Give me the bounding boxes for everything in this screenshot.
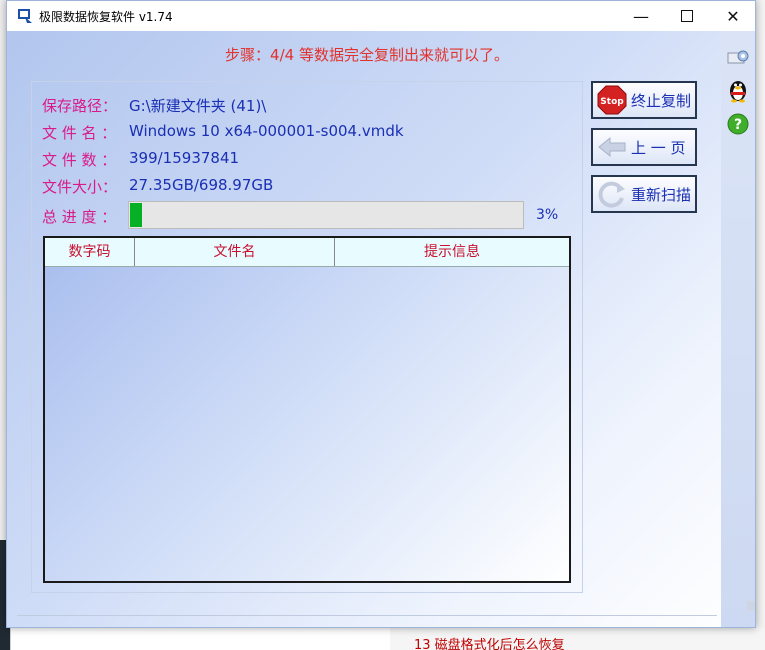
right-toolbar: ? [721,31,755,627]
qq-penguin-icon[interactable] [725,77,751,103]
status-bar [17,615,717,626]
progress-bar [128,201,524,229]
title-bar[interactable]: 极限数据恢复软件 v1.74 — ✕ [7,1,755,31]
previous-page-button[interactable]: 上 一 页 [591,128,697,166]
window-title: 极限数据恢复软件 v1.74 [39,10,173,24]
file-name-label: 文 件 名 ： [42,124,117,142]
background-list-text: 13 磁盘格式化后怎么恢复 [414,638,565,650]
save-path-label: 保存路径： [42,97,118,115]
resize-grip[interactable] [747,601,755,611]
copy-list-table[interactable]: 数字码 文件名 提示信息 [43,236,571,583]
file-count-label: 文 件 数 ： [42,151,117,169]
app-window: 极限数据恢复软件 v1.74 — ✕ 步骤：4/4 等数据完全复制出来就可以了。… [6,0,756,628]
settings-gear-icon[interactable] [725,45,751,71]
stop-icon-text: Stop [600,97,624,107]
close-button[interactable]: ✕ [710,1,756,31]
column-header-code[interactable]: 数字码 [45,238,135,266]
table-header: 数字码 文件名 提示信息 [45,238,569,267]
background-window-right [755,0,765,650]
save-path-value: G:\新建文件夹 (41)\ [129,97,267,115]
minimize-button[interactable]: — [618,1,664,31]
stop-icon: Stop [595,84,629,116]
progress-label: 总 进 度 ： [42,208,117,226]
step-title: 步骤：4/4 等数据完全复制出来就可以了。 [225,46,509,64]
app-icon [18,9,32,23]
progress-percent: 3% [536,207,559,223]
column-header-filename[interactable]: 文件名 [135,238,335,266]
file-count-value: 399/15937841 [129,149,240,167]
arrow-left-icon [595,131,629,163]
svg-text:?: ? [734,117,742,133]
rescan-label: 重新扫描 [631,185,692,204]
stop-copy-label: 终止复制 [631,91,692,110]
file-size-value: 27.35GB/698.97GB [129,176,274,194]
previous-page-label: 上 一 页 [631,138,686,157]
maximize-button[interactable] [664,1,710,31]
help-icon[interactable]: ? [725,111,751,137]
maximize-icon [681,10,693,22]
file-name-value: Windows 10 x64-000001-s004.vmdk [129,122,404,140]
background-window-bottom: 13 磁盘格式化后怎么恢复 [390,628,765,650]
refresh-icon [595,178,629,210]
file-size-label: 文件大小： [42,178,118,196]
column-header-message[interactable]: 提示信息 [335,238,569,266]
stop-copy-button[interactable]: Stop 终止复制 [591,81,697,119]
main-panel: 步骤：4/4 等数据完全复制出来就可以了。 保存路径： G:\新建文件夹 (41… [7,31,755,627]
progress-fill [130,203,142,227]
rescan-button[interactable]: 重新扫描 [591,175,697,213]
